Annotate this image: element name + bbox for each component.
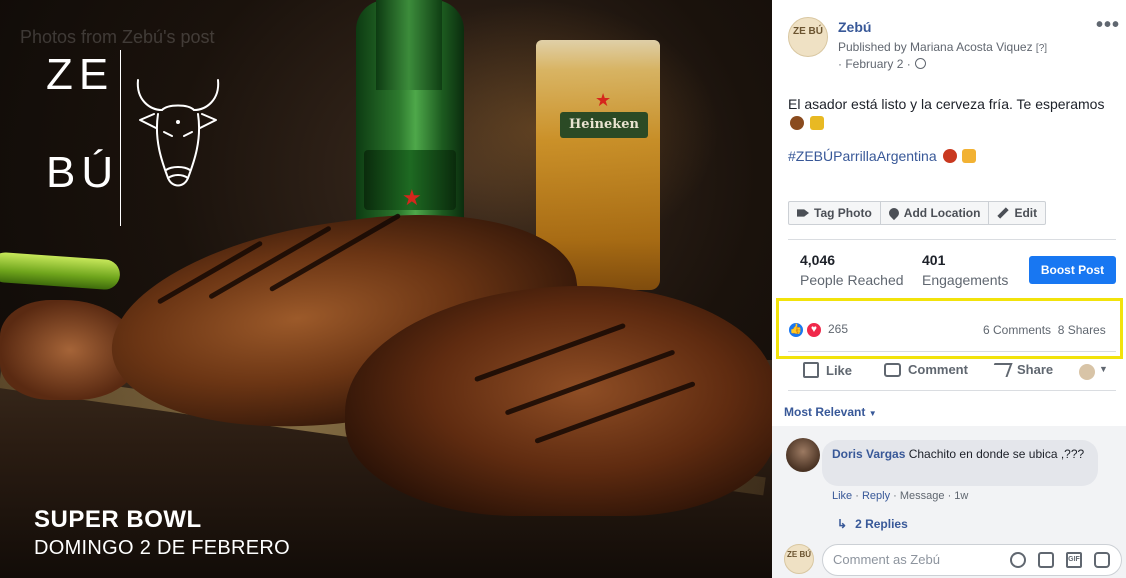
- comment-author[interactable]: Doris Vargas: [832, 447, 905, 461]
- hashtag-line: #ZEBÚParrillaArgentina: [788, 148, 977, 164]
- logo-text-top: ZE: [46, 50, 115, 99]
- comment-message-link[interactable]: Message: [900, 490, 945, 502]
- meat-icon: [942, 149, 957, 163]
- comment-reply-link[interactable]: Reply: [862, 490, 890, 502]
- composer-avatar-text: ZE BÚ: [787, 550, 811, 559]
- comment-placeholder: Comment as Zebú: [833, 552, 940, 567]
- post-photo[interactable]: ★ ★ Heineken Photos from Zebú's post ZE …: [0, 0, 772, 578]
- published-by-text: Published by Mariana Acosta Viquez: [838, 40, 1033, 54]
- comment-icon: [884, 362, 901, 377]
- comment-text: Chachito en donde se ubica ,???: [908, 447, 1085, 461]
- page-avatar[interactable]: ZE BÚ: [788, 17, 828, 57]
- shares-count-link[interactable]: 8 Shares: [1058, 323, 1106, 337]
- sort-label: Most Relevant: [784, 405, 866, 419]
- trophy-icon: [809, 116, 824, 130]
- logo-text-bottom: BÚ: [46, 148, 120, 197]
- promo-title: SUPER BOWL: [34, 506, 202, 533]
- share-icon: [989, 362, 1013, 377]
- green-pepper: [0, 251, 121, 291]
- engagements-value: 401: [922, 252, 946, 268]
- logo-divider: [120, 50, 121, 226]
- tag-photo-button[interactable]: Tag Photo: [788, 201, 881, 225]
- post-date-line: · February 2 ·: [838, 57, 926, 71]
- divider: [788, 390, 1116, 391]
- view-replies-link[interactable]: ↳ 2 Replies: [837, 517, 908, 531]
- add-location-label: Add Location: [903, 206, 981, 220]
- avatar-text: ZE BÚ: [793, 26, 823, 37]
- edit-button[interactable]: Edit: [989, 201, 1047, 225]
- comment-button[interactable]: Comment: [884, 362, 968, 377]
- caret-down-icon: ▼: [868, 409, 877, 418]
- comment-bubble: Doris Vargas Chachito en donde se ubica …: [822, 440, 1098, 486]
- pencil-icon: [997, 207, 1010, 219]
- hashtag-link[interactable]: #ZEBÚParrillaArgentina: [788, 148, 937, 164]
- engagements-label[interactable]: Engagements: [922, 272, 1008, 288]
- share-label: Share: [1017, 362, 1054, 377]
- boost-post-button[interactable]: Boost Post: [1029, 256, 1116, 284]
- thumbs-up-icon: [803, 362, 819, 378]
- post-message: El asador está listo y la cerveza fría. …: [788, 96, 1105, 112]
- comment-time[interactable]: 1w: [954, 490, 968, 502]
- divider: [788, 239, 1116, 240]
- post-text: El asador está listo y la cerveza fría. …: [788, 95, 1118, 133]
- gif-icon[interactable]: GIF: [1066, 552, 1082, 568]
- people-reached-value: 4,046: [800, 252, 836, 268]
- comments-count-link[interactable]: 6 Comments: [983, 323, 1051, 337]
- sticker-icon[interactable]: [1094, 552, 1110, 568]
- globe-icon[interactable]: [914, 58, 926, 69]
- divider: [788, 351, 1116, 352]
- like-reaction-icon[interactable]: 👍: [787, 321, 805, 339]
- people-reached-label[interactable]: People Reached: [800, 272, 904, 288]
- share-button[interactable]: Share: [989, 362, 1054, 377]
- star-icon: ★: [402, 185, 422, 210]
- post-date[interactable]: February 2: [845, 57, 903, 71]
- tag-photo-label: Tag Photo: [814, 206, 872, 220]
- love-reaction-icon[interactable]: ♥: [805, 321, 823, 339]
- comments-shares: 6 Comments 8 Shares: [983, 323, 1106, 337]
- comment-sort-dropdown[interactable]: Most Relevant ▼: [784, 405, 877, 419]
- help-link[interactable]: [?]: [1036, 43, 1047, 54]
- chevron-down-icon[interactable]: ▼: [1099, 364, 1108, 374]
- photo-actions: Tag Photo Add Location Edit: [788, 201, 1047, 225]
- post-as-avatar[interactable]: [1079, 364, 1095, 380]
- glass-brand-label: Heineken: [560, 112, 648, 138]
- comment-label: Comment: [908, 362, 968, 377]
- promo-subtitle: DOMINGO 2 DE FEBRERO: [34, 537, 291, 559]
- like-label: Like: [826, 362, 853, 378]
- emoji-icon[interactable]: [1010, 552, 1026, 568]
- tag-icon: [797, 209, 809, 217]
- reply-arrow-icon: ↳: [837, 517, 848, 531]
- bull-head-icon: [136, 79, 220, 187]
- replies-count: 2 Replies: [855, 517, 908, 531]
- comment-like-link[interactable]: Like: [832, 490, 852, 502]
- photo-caption: Photos from Zebú's post: [20, 27, 215, 47]
- composer-avatar: ZE BÚ: [784, 544, 814, 574]
- reaction-count[interactable]: 265: [828, 322, 848, 336]
- beer-mug-icon: [962, 149, 977, 163]
- commenter-avatar[interactable]: [786, 438, 820, 472]
- add-location-button[interactable]: Add Location: [880, 201, 990, 225]
- football-icon: [790, 116, 804, 130]
- page-name-link[interactable]: Zebú: [838, 19, 871, 35]
- camera-icon[interactable]: [1038, 552, 1054, 568]
- star-icon: ★: [595, 90, 612, 110]
- like-button[interactable]: Like: [803, 362, 852, 378]
- location-pin-icon: [886, 205, 901, 221]
- more-options-icon[interactable]: •••: [1096, 14, 1120, 37]
- edit-label: Edit: [1014, 206, 1038, 220]
- published-by: Published by Mariana Acosta Viquez [?]: [838, 40, 1047, 54]
- comment-meta: Like · Reply · Message · 1w: [832, 490, 969, 502]
